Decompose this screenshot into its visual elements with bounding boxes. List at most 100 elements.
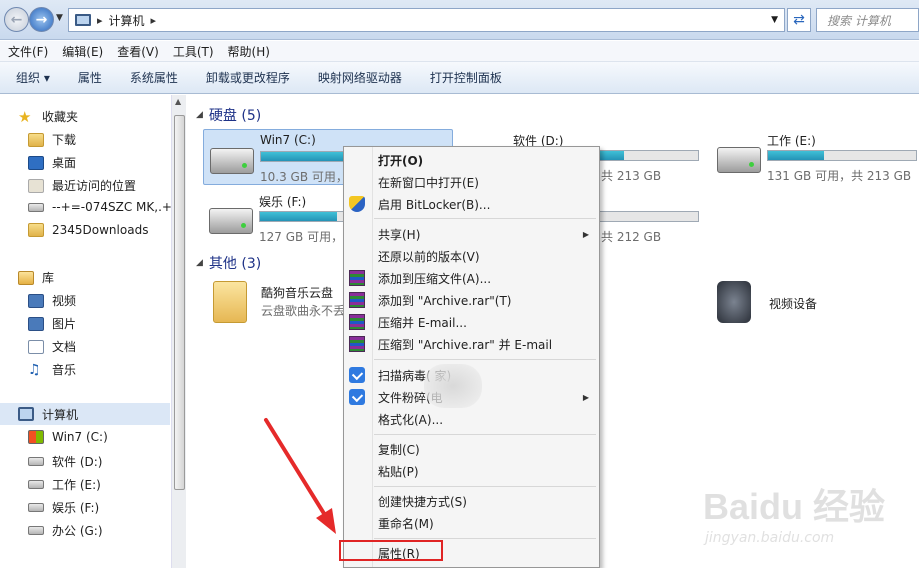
drive-icon [28, 526, 44, 535]
video-device-tile[interactable]: 视频设备 [717, 281, 857, 331]
drive-name: Win7 (C:) [260, 133, 316, 147]
menu-item-open-new-window[interactable]: 在新窗口中打开(E) [344, 171, 599, 193]
menu-file[interactable]: 文件(F) [8, 43, 48, 60]
antivirus-shield-icon [349, 389, 365, 405]
sidebar-item-2345downloads[interactable]: 2345Downloads [28, 223, 148, 237]
sidebar-item-music[interactable]: ♫ 音乐 [28, 361, 76, 378]
command-bar: 组织 ▾ 属性 系统属性 卸载或更改程序 映射网络驱动器 打开控制面板 [0, 62, 919, 94]
drive-icon [717, 147, 761, 173]
sidebar-item-recent-places[interactable]: 最近访问的位置 [28, 177, 136, 194]
menu-tools[interactable]: 工具(T) [173, 43, 214, 60]
forward-button[interactable]: → [29, 7, 54, 32]
search-input[interactable]: 搜索 计算机 [816, 8, 919, 32]
menu-item-bitlocker[interactable]: 启用 BitLocker(B)... [344, 193, 599, 215]
address-input[interactable]: ▸ 计算机 ▸ ▼ [68, 8, 785, 32]
map-network-drive-button[interactable]: 映射网络驱动器 [318, 69, 402, 86]
arrow-right-icon: → [35, 11, 48, 28]
menu-bar: 文件(F) 编辑(E) 查看(V) 工具(T) 帮助(H) [0, 41, 919, 62]
sidebar-scrollbar[interactable]: ▲ [171, 95, 186, 568]
item-description: 云盘歌曲永不丢 [261, 304, 346, 318]
collapse-icon[interactable]: ◢ [196, 258, 203, 268]
sidebar-item-pictures[interactable]: 图片 [28, 315, 76, 332]
sidebar-computer[interactable]: 计算机 [0, 403, 170, 425]
menu-item-share[interactable]: 共享(H) ▶ [344, 223, 599, 245]
menu-item-restore-versions[interactable]: 还原以前的版本(V) [344, 245, 599, 267]
group-header-disks[interactable]: ◢ 硬盘 (5) [196, 105, 261, 125]
uninstall-program-button[interactable]: 卸载或更改程序 [206, 69, 290, 86]
menu-item-compress-rar-email[interactable]: 压缩到 "Archive.rar" 并 E-mail [344, 333, 599, 355]
menu-item-format[interactable]: 格式化(A)... [344, 408, 599, 430]
kugou-cloud-tile[interactable]: 酷狗音乐云盘 云盘歌曲永不丢 [213, 281, 363, 331]
scrollbar-thumb[interactable] [174, 115, 185, 490]
sidebar-libraries[interactable]: 库 [18, 269, 54, 286]
menu-item-label: 还原以前的版本(V) [378, 249, 480, 264]
sidebar-item-videos[interactable]: 视频 [28, 292, 76, 309]
uac-shield-icon [349, 196, 365, 212]
group-header-others[interactable]: ◢ 其他 (3) [196, 253, 261, 273]
menu-item-copy[interactable]: 复制(C) [344, 438, 599, 460]
menu-item-create-shortcut[interactable]: 创建快捷方式(S) [344, 490, 599, 512]
menu-view[interactable]: 查看(V) [117, 43, 159, 60]
video-library-icon [28, 293, 44, 308]
drive-icon [28, 457, 44, 466]
drive-name: 娱乐 (F:) [259, 195, 307, 209]
baidu-watermark: Baidu 经验 jingyan.baidu.com [703, 478, 885, 558]
sidebar-item-drive-c[interactable]: Win7 (C:) [28, 430, 108, 444]
system-properties-button[interactable]: 系统属性 [130, 69, 178, 86]
drive-free-space: 10.3 GB 可用， [260, 170, 348, 184]
menu-item-rename[interactable]: 重命名(M) [344, 512, 599, 534]
organize-button[interactable]: 组织 ▾ [16, 69, 50, 86]
redaction-blur [424, 364, 482, 408]
sidebar-item-label: 软件 (D:) [52, 455, 103, 469]
sidebar-item-label: 工作 (E:) [52, 478, 101, 492]
sidebar-item-label: 图片 [52, 317, 77, 331]
menu-divider [374, 218, 596, 219]
menu-edit[interactable]: 编辑(E) [62, 43, 103, 60]
refresh-button[interactable]: ⇄ [787, 8, 811, 32]
menu-help[interactable]: 帮助(H) [228, 43, 270, 60]
sidebar-item-label: 下载 [52, 133, 77, 147]
sidebar-item-label: 文档 [52, 340, 77, 354]
drive-tile-e[interactable]: 工作 (E:) 131 GB 可用，共 213 GB [711, 129, 919, 185]
sidebar-item-drive-g[interactable]: 办公 (G:) [28, 522, 103, 539]
menu-item-label: 粘贴(P) [378, 464, 419, 479]
document-library-icon [28, 339, 44, 354]
recent-pages-dropdown-icon[interactable]: ▼ [56, 13, 63, 23]
scroll-up-icon[interactable]: ▲ [175, 97, 181, 106]
drive-free-space: 共 213 GB [601, 169, 662, 183]
menu-item-add-to-archive[interactable]: 添加到压缩文件(A)... [344, 267, 599, 289]
sidebar-item-label: 音乐 [52, 363, 77, 377]
menu-item-add-to-archive-rar[interactable]: 添加到 "Archive.rar"(T) [344, 289, 599, 311]
sidebar-item-drive-e[interactable]: 工作 (E:) [28, 476, 101, 493]
sidebar-item-shortcut[interactable]: --+=-074SZC MK,.+ [28, 200, 172, 214]
sidebar-item-label: 库 [42, 271, 55, 285]
back-button[interactable]: ← [4, 7, 29, 32]
open-control-panel-button[interactable]: 打开控制面板 [430, 69, 502, 86]
address-bar: ← → ▼ ▸ 计算机 ▸ ▼ ⇄ 搜索 计算机 [0, 0, 919, 40]
menu-item-label: 压缩到 "Archive.rar" 并 E-mail [378, 337, 553, 352]
search-placeholder: 搜索 计算机 [827, 13, 891, 28]
sidebar-item-documents[interactable]: 文档 [28, 338, 76, 355]
sidebar-favorites[interactable]: ★ 收藏夹 [18, 108, 78, 125]
winrar-icon [349, 270, 365, 286]
chevron-right-icon[interactable]: ▸ [97, 14, 103, 27]
sidebar-item-drive-f[interactable]: 娱乐 (F:) [28, 499, 99, 516]
sidebar-item-drive-d[interactable]: 软件 (D:) [28, 453, 102, 470]
context-menu: 打开(O) 在新窗口中打开(E) 启用 BitLocker(B)... 共享(H… [343, 146, 600, 568]
menu-item-open[interactable]: 打开(O) [344, 149, 599, 171]
group-title: 硬盘 (5) [208, 108, 262, 124]
menu-item-label: 启用 BitLocker(B)... [378, 197, 491, 212]
collapse-icon[interactable]: ◢ [196, 110, 203, 120]
address-dropdown-icon[interactable]: ▼ [771, 15, 778, 25]
menu-item-compress-email[interactable]: 压缩并 E-mail... [344, 311, 599, 333]
sidebar-item-label: 桌面 [52, 156, 77, 170]
breadcrumb-computer[interactable]: 计算机 [109, 12, 145, 29]
menu-item-paste[interactable]: 粘贴(P) [344, 460, 599, 482]
menu-item-label: 添加到 "Archive.rar"(T) [378, 293, 512, 308]
properties-button[interactable]: 属性 [78, 69, 102, 86]
sidebar-item-desktop[interactable]: 桌面 [28, 154, 76, 171]
folder-icon [213, 281, 247, 323]
chevron-right-icon[interactable]: ▸ [151, 14, 157, 27]
sidebar-item-downloads[interactable]: 下载 [28, 131, 76, 148]
winrar-icon [349, 314, 365, 330]
